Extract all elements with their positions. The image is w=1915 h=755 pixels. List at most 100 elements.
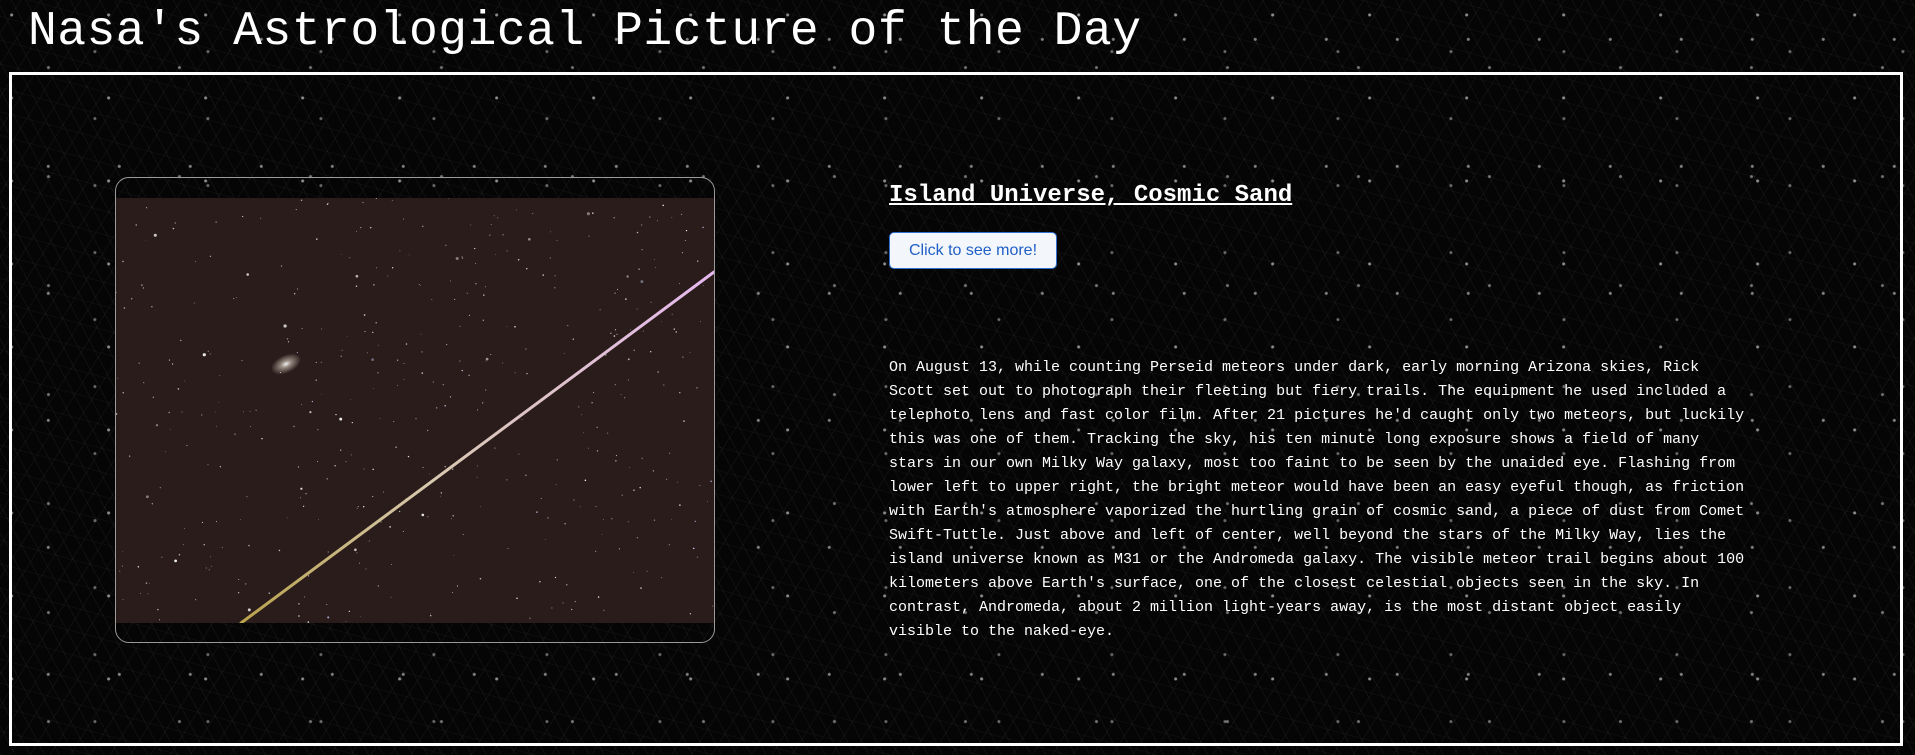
star <box>208 569 210 571</box>
star <box>710 480 712 482</box>
star <box>633 349 635 351</box>
see-more-button[interactable]: Click to see more! <box>889 232 1057 269</box>
star <box>482 319 484 321</box>
star <box>247 608 251 612</box>
star <box>236 297 238 298</box>
star <box>321 328 323 330</box>
star <box>679 504 681 506</box>
star <box>215 221 217 223</box>
star <box>506 250 508 252</box>
star <box>532 213 534 214</box>
star <box>507 547 509 549</box>
star <box>418 284 420 286</box>
star <box>146 495 149 499</box>
star <box>248 544 250 547</box>
star <box>380 521 382 523</box>
star <box>584 479 587 482</box>
star <box>408 254 410 256</box>
star <box>636 308 638 310</box>
star <box>399 510 401 513</box>
star <box>685 229 688 232</box>
star <box>556 239 558 241</box>
star <box>168 359 170 361</box>
site-title: Nasa's Astrological Picture of the Day <box>28 5 1142 59</box>
star <box>357 506 359 507</box>
star <box>461 256 463 258</box>
star <box>611 518 613 520</box>
star <box>450 518 452 520</box>
star <box>216 521 217 523</box>
star <box>479 577 482 580</box>
star <box>307 575 310 577</box>
star <box>421 351 423 353</box>
star <box>135 224 137 226</box>
star <box>633 489 635 491</box>
star <box>468 374 470 377</box>
star <box>420 333 422 335</box>
star <box>122 599 124 601</box>
star <box>526 373 528 375</box>
star <box>151 503 153 505</box>
star <box>346 335 348 337</box>
star <box>456 585 459 587</box>
star <box>405 343 408 345</box>
star <box>305 493 307 495</box>
star <box>237 591 240 594</box>
star <box>137 566 140 568</box>
star <box>366 352 368 354</box>
star <box>362 201 364 204</box>
star <box>116 292 117 294</box>
star <box>345 620 347 622</box>
star <box>377 585 379 587</box>
star <box>536 511 538 513</box>
star <box>446 344 448 346</box>
star <box>296 288 299 290</box>
star <box>599 309 601 311</box>
star <box>326 478 329 480</box>
star <box>629 467 631 468</box>
star <box>327 616 330 619</box>
star <box>365 568 367 570</box>
star <box>293 425 295 428</box>
star <box>422 225 424 227</box>
star <box>493 215 495 217</box>
star <box>554 576 557 579</box>
star <box>356 552 358 554</box>
star <box>391 564 393 565</box>
star <box>218 402 220 404</box>
star <box>494 254 496 255</box>
star <box>649 216 651 218</box>
star <box>601 533 603 535</box>
star <box>201 414 203 416</box>
star <box>521 419 523 420</box>
star <box>603 609 605 611</box>
star <box>164 451 166 453</box>
star <box>502 234 504 236</box>
star <box>468 314 471 317</box>
apod-image[interactable] <box>116 198 714 623</box>
star <box>383 491 385 493</box>
star <box>143 382 145 384</box>
star <box>421 513 425 517</box>
star <box>202 353 206 357</box>
star <box>375 321 377 324</box>
star <box>696 556 699 558</box>
star <box>390 596 392 598</box>
star <box>629 329 632 331</box>
star <box>625 298 627 300</box>
star <box>489 234 491 236</box>
star <box>652 470 655 472</box>
star <box>255 409 257 411</box>
star <box>682 356 684 358</box>
star <box>649 350 652 353</box>
star <box>526 268 528 270</box>
star <box>497 217 499 219</box>
star <box>615 455 617 457</box>
star <box>475 263 477 265</box>
star <box>518 453 520 455</box>
star <box>180 339 182 342</box>
star <box>300 487 303 490</box>
star <box>431 298 433 301</box>
meteor-photo-graphic <box>116 198 714 623</box>
star <box>452 515 454 517</box>
